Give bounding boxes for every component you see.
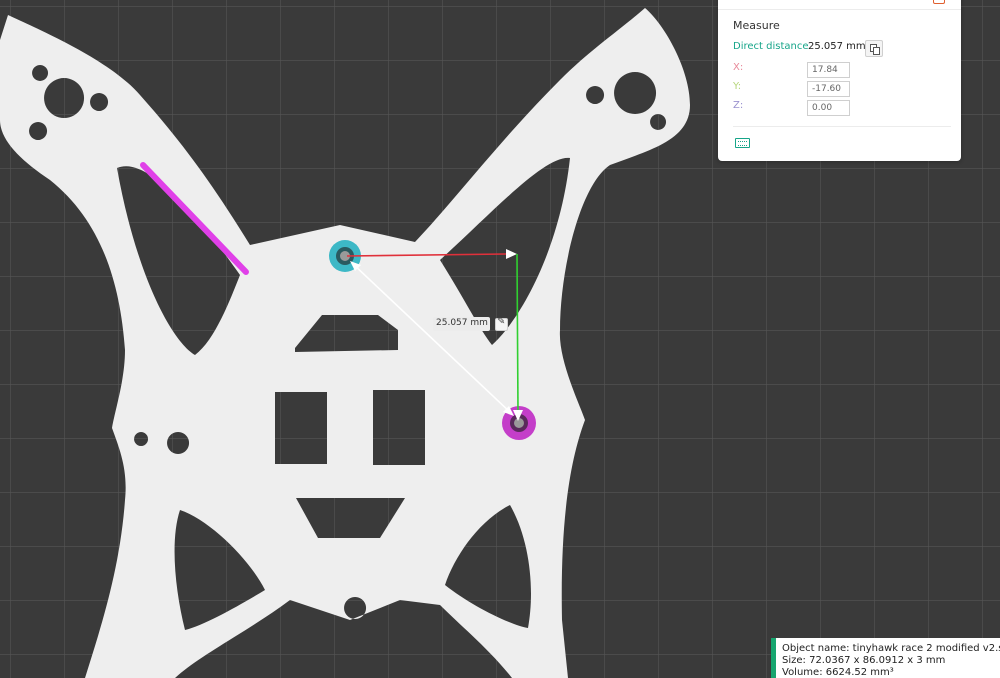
x-label: X: bbox=[733, 62, 744, 73]
object-size: Size: 72.0367 x 86.0912 x 3 mm bbox=[782, 655, 946, 666]
y-label: Y: bbox=[733, 81, 742, 92]
measure-panel: Measure Direct distance 25.057 mm X: 17.… bbox=[718, 0, 961, 161]
direct-distance-label: Direct distance bbox=[733, 41, 809, 52]
object-name: Object name: tinyhawk race 2 modified v2… bbox=[782, 643, 1000, 654]
edit-icon[interactable] bbox=[495, 316, 508, 331]
y-value-field[interactable]: -17.60 bbox=[807, 81, 850, 97]
panel-top-strip bbox=[718, 0, 961, 10]
y-axis-component-line bbox=[516, 253, 519, 413]
z-label: Z: bbox=[733, 100, 744, 111]
direct-distance-value: 25.057 mm bbox=[808, 41, 866, 52]
object-volume: Volume: 6624.52 mm³ bbox=[782, 667, 894, 678]
z-value-field[interactable]: 0.00 bbox=[807, 100, 850, 116]
distance-label: 25.057 mm bbox=[433, 317, 490, 331]
object-info-panel: Object name: tinyhawk race 2 modified v2… bbox=[771, 638, 1000, 678]
copy-button[interactable] bbox=[865, 40, 883, 57]
close-icon[interactable] bbox=[933, 0, 945, 4]
x-value-field[interactable]: 17.84 bbox=[807, 62, 850, 78]
measure-title: Measure bbox=[733, 19, 780, 32]
panel-divider bbox=[733, 126, 951, 127]
keyboard-icon[interactable] bbox=[735, 138, 750, 148]
copy-icon-sheet bbox=[873, 47, 880, 55]
